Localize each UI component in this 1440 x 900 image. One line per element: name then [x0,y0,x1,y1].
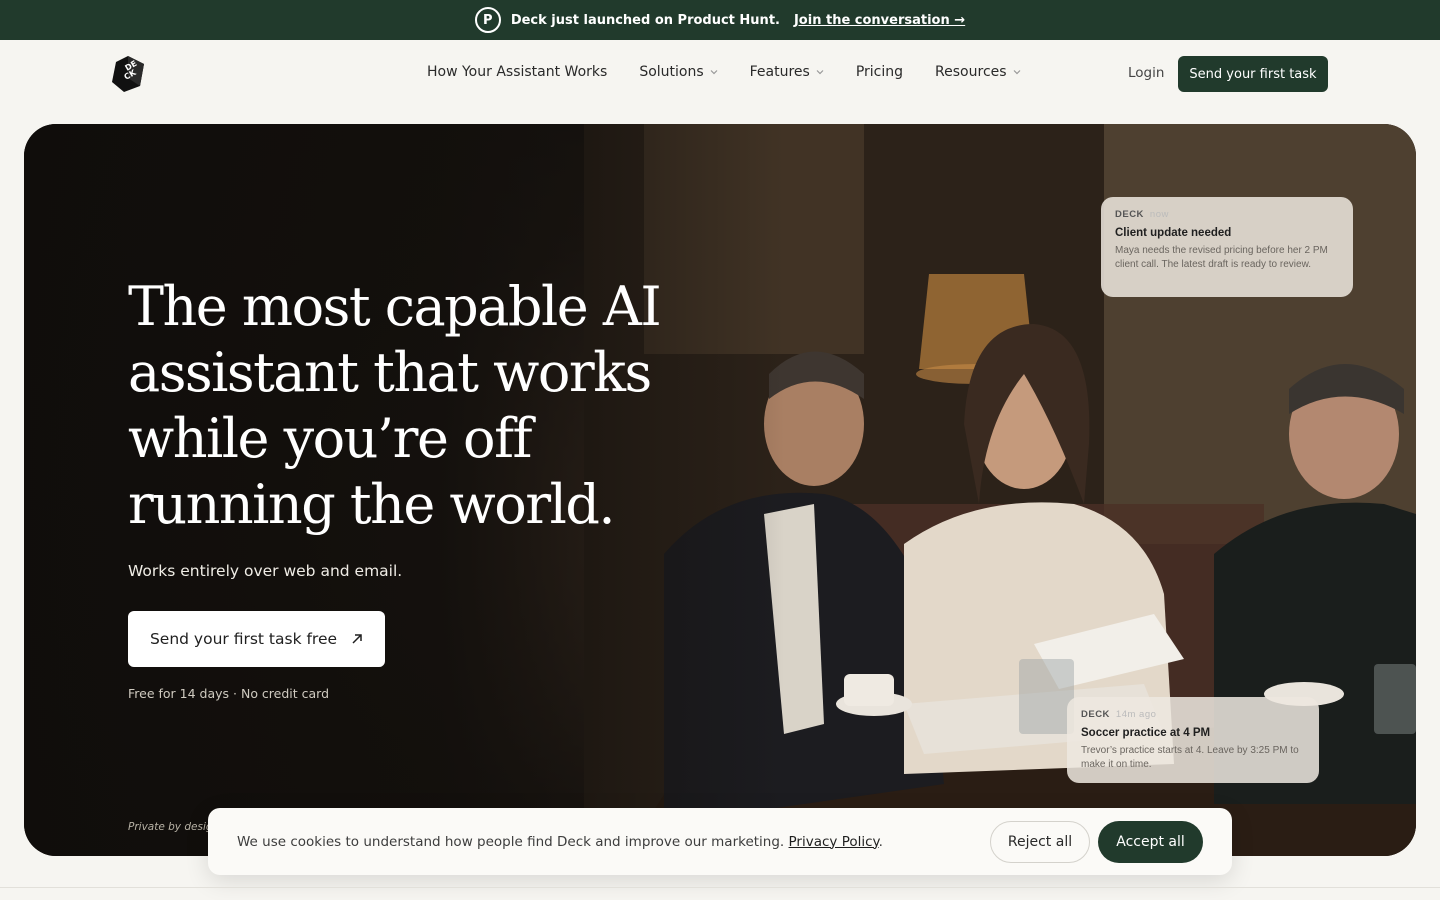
hero-subheading: Works entirely over web and email. [128,562,403,580]
notification-body: Maya needs the revised pricing before he… [1115,245,1328,270]
chevron-down-icon [1013,70,1020,75]
nav-link-label: How Your Assistant Works [427,64,608,80]
nav-how-it-works[interactable]: How Your Assistant Works [427,64,607,80]
arrow-up-right-icon [352,634,362,644]
announcement-link[interactable]: Join the conversation → [794,13,965,28]
notification-title: Client update needed [1115,227,1232,239]
nav-link-label: Pricing [855,64,904,80]
cookie-message: We use cookies to understand how people … [237,833,785,850]
notification-card: DECK now Client update needed Maya needs… [1101,197,1353,297]
photo-cup-left-body [844,674,894,706]
chevron-down-icon [710,70,718,75]
nav-features[interactable]: Features [750,64,824,80]
nav-solutions[interactable]: Solutions [639,64,718,80]
notification-title: Soccer practice at 4 PM [1081,727,1211,739]
notification-body: Trevor’s practice starts at 4. Leave by … [1081,745,1299,770]
notification-time: 14m ago [1115,709,1157,720]
reject-all-button[interactable]: Reject all [990,820,1090,863]
login-link[interactable]: Login [1128,65,1164,81]
privacy-policy-link[interactable]: Privacy Policy [789,834,879,850]
send-first-task-free-button[interactable]: Send your first task free [128,611,385,667]
notification-header: DECK now [1115,209,1339,220]
product-hunt-icon: P [474,7,501,33]
notification-time: now [1149,209,1169,220]
notification-card: DECK 14m ago Soccer practice at 4 PM Tre… [1067,697,1319,783]
announcement-bar: P Deck just launched on Product Hunt. Jo… [0,0,1440,40]
nav-pricing[interactable]: Pricing [856,64,903,80]
cookie-text: We use cookies to understand how people … [237,833,883,850]
hero-cta-label: Send your first task free [149,630,338,648]
chevron-down-icon [816,70,824,75]
page-divider [0,887,1440,888]
photo-glass-right [1374,664,1416,734]
hero-section: The most capable AI assistant that works… [24,124,1416,856]
nav-link-label: Solutions [639,64,704,80]
hero-fine-print: Free for 14 days · No credit card [128,686,330,701]
accept-all-button[interactable]: Accept all [1098,820,1203,863]
notification-brand: DECK [1081,709,1110,720]
send-first-task-button[interactable]: Send your first task [1178,56,1328,92]
top-nav: DE CK How Your Assistant Works Solutions… [0,40,1440,108]
cookie-banner: We use cookies to understand how people … [208,808,1232,875]
nav-link-label: Features [749,64,810,80]
photo-glass [1019,659,1074,734]
hero-headline: The most capable AI assistant that works… [128,275,662,536]
nav-links: How Your Assistant Works Solutions Featu… [427,64,1021,80]
deck-logo[interactable]: DE CK [110,54,146,94]
announcement-text: Deck just launched on Product Hunt. [510,12,780,28]
notification-brand: DECK [1115,209,1144,220]
private-by-design-note: Private by design [128,821,220,833]
nav-resources[interactable]: Resources [935,64,1021,80]
notification-header: DECK 14m ago [1081,709,1305,720]
nav-link-label: Resources [935,64,1007,80]
